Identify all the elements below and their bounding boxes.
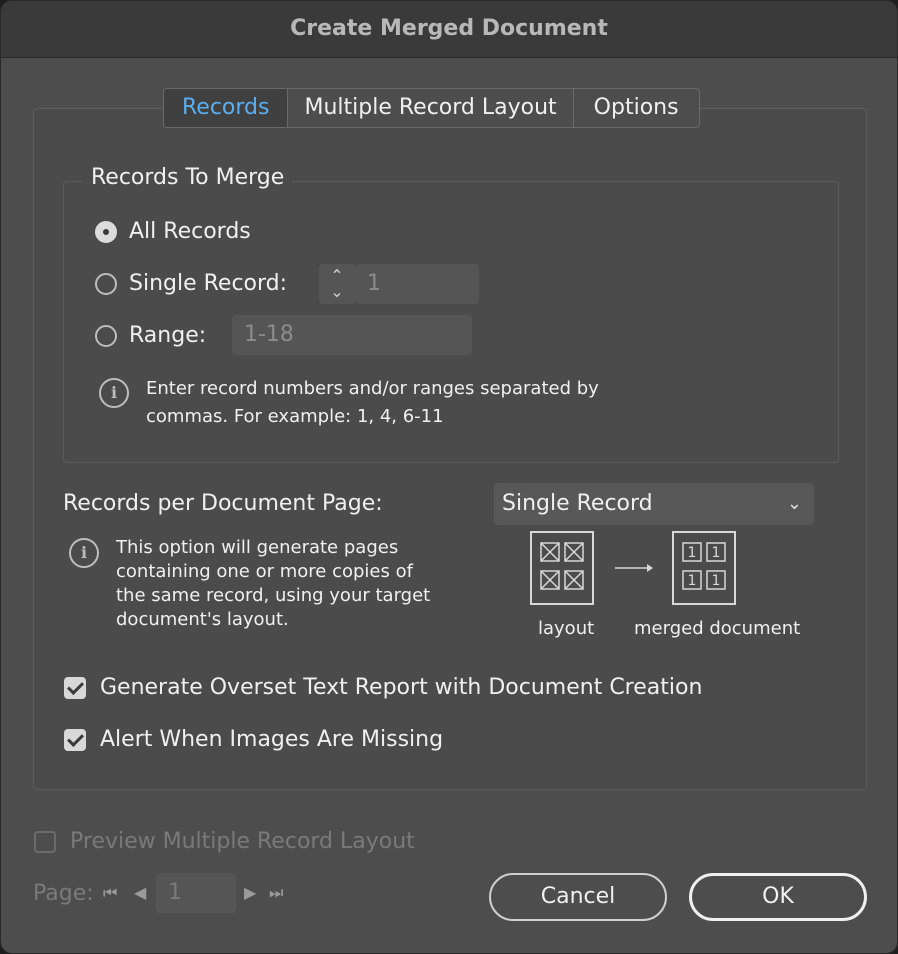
range-radio[interactable] <box>95 324 117 347</box>
records-per-page-help: This option will generate pages containi… <box>116 536 430 632</box>
last-page-icon[interactable]: ⏭ <box>269 883 283 903</box>
stepper-down-icon[interactable]: ⌄ <box>319 284 355 300</box>
ok-button[interactable]: OK <box>689 873 867 921</box>
info-icon: i <box>99 378 129 408</box>
single-record-input[interactable]: 1 <box>355 264 479 304</box>
single-record-stepper[interactable]: ⌃ ⌄ <box>319 264 355 304</box>
merged-document-page-icon: 1 1 1 1 <box>672 531 736 605</box>
records-to-merge-title: Records To Merge <box>83 165 293 190</box>
missing-images-label: Alert When Images Are Missing <box>100 727 444 752</box>
page-number-input[interactable]: 1 <box>156 873 236 913</box>
tab-multiple-record-layout[interactable]: Multiple Record Layout <box>288 89 574 127</box>
layout-diagram: 1 1 1 1 <box>530 531 736 605</box>
cell-number: 1 <box>688 573 697 589</box>
all-records-option[interactable]: All Records <box>95 219 251 244</box>
range-help-text: Enter record numbers and/or ranges separ… <box>146 375 599 431</box>
help-line-1: This option will generate pages <box>116 537 399 558</box>
preview-layout-checkbox[interactable] <box>34 830 56 853</box>
first-page-icon[interactable]: ⏮ <box>103 883 117 903</box>
records-per-page-select[interactable]: Single Record ⌄ <box>494 483 814 525</box>
missing-images-checkbox[interactable] <box>64 728 86 751</box>
next-page-icon[interactable]: ▶ <box>244 883 256 902</box>
cell-number: 1 <box>712 573 721 589</box>
layout-caption: layout <box>538 618 595 639</box>
missing-images-option[interactable]: Alert When Images Are Missing <box>64 727 443 752</box>
help-line-2: containing one or more copies of <box>116 561 413 582</box>
single-record-option[interactable]: Single Record: <box>95 271 287 296</box>
single-record-label: Single Record: <box>129 271 288 296</box>
page-label: Page: <box>33 881 94 906</box>
info-icon: i <box>69 538 99 568</box>
tab-records[interactable]: Records <box>164 89 289 127</box>
create-merged-document-dialog: Create Merged Document Records Multiple … <box>0 0 898 954</box>
help-line-4: document's layout. <box>116 609 289 630</box>
preview-layout-option[interactable]: Preview Multiple Record Layout <box>34 829 415 854</box>
layout-page-icon <box>530 531 594 605</box>
cell-number: 1 <box>712 545 721 561</box>
overset-report-label: Generate Overset Text Report with Docume… <box>100 675 703 700</box>
all-records-label: All Records <box>129 219 251 244</box>
records-per-page-value: Single Record <box>502 491 653 516</box>
records-per-page-label: Records per Document Page: <box>63 491 383 516</box>
help-line-3: the same record, using your target <box>116 585 431 606</box>
arrow-right-icon <box>615 564 653 572</box>
single-record-radio[interactable] <box>95 272 117 295</box>
previous-page-icon[interactable]: ◀ <box>134 883 146 902</box>
cell-number: 1 <box>688 545 697 561</box>
tab-bar: Records Multiple Record Layout Options <box>163 88 700 128</box>
cancel-button[interactable]: Cancel <box>489 873 667 921</box>
range-help-line-2: commas. For example: 1, 4, 6-11 <box>146 406 444 427</box>
preview-layout-label: Preview Multiple Record Layout <box>70 829 415 854</box>
range-label: Range: <box>129 323 207 348</box>
range-option[interactable]: Range: <box>95 323 206 348</box>
overset-report-option[interactable]: Generate Overset Text Report with Docume… <box>64 675 702 700</box>
tab-options[interactable]: Options <box>574 89 699 127</box>
chevron-down-icon: ⌄ <box>786 493 802 514</box>
overset-report-checkbox[interactable] <box>64 676 86 699</box>
all-records-radio[interactable] <box>95 220 117 243</box>
merged-document-caption: merged document <box>634 618 801 639</box>
dialog-title: Create Merged Document <box>1 1 897 58</box>
range-input[interactable]: 1-18 <box>232 315 472 355</box>
range-help-line-1: Enter record numbers and/or ranges separ… <box>146 378 599 399</box>
